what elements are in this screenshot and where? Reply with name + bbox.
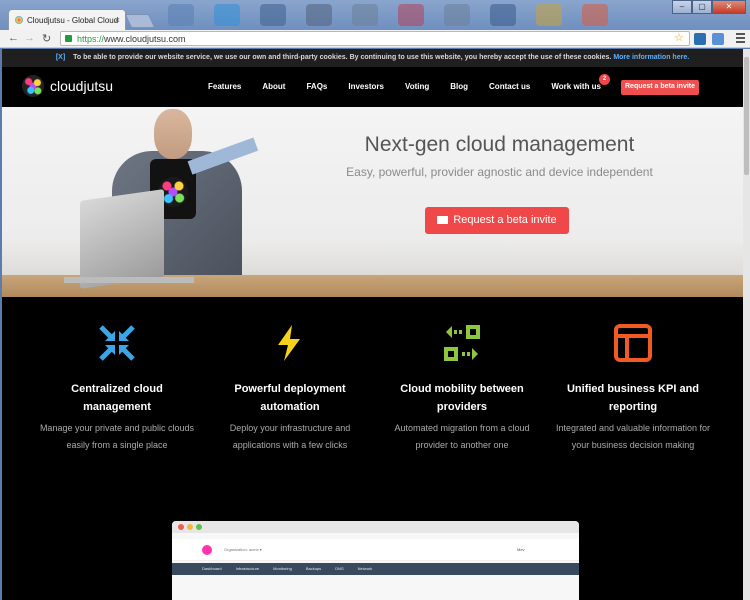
preview-nav-item: Monitoring	[273, 566, 292, 571]
work-count-badge: 2	[599, 74, 611, 85]
forward-button[interactable]: →	[24, 32, 35, 44]
feature-deployment: Powerful deployment automation Deploy yo…	[210, 297, 370, 454]
feature-description: Integrated and valuable information for …	[555, 423, 711, 450]
hero-title: Next-gen cloud management	[364, 133, 635, 156]
cloudjutsu-logo-icon	[22, 75, 44, 97]
cookie-close-button[interactable]: [X]	[56, 54, 65, 61]
feature-title: Cloud mobility between providers	[400, 383, 524, 413]
browser-window: Cloudjutsu - Global Cloud × – ▢ ✕ ← → ↻	[0, 0, 750, 600]
taskbar-app-icon	[398, 4, 424, 26]
taskbar-app-icon	[490, 4, 516, 26]
nav-investors[interactable]: Investors	[348, 82, 384, 91]
hero-beta-invite-button[interactable]: Request a beta invite	[425, 207, 569, 234]
page-scrollbar[interactable]	[743, 49, 750, 600]
favicon-icon	[15, 16, 23, 24]
browser-titlebar: Cloudjutsu - Global Cloud × – ▢ ✕	[0, 0, 750, 30]
cookie-text: To be able to provide our website servic…	[73, 54, 612, 61]
nav-work-label: Work with us	[551, 82, 602, 91]
cookie-more-link[interactable]: More information here.	[613, 54, 689, 61]
feature-title: Unified business KPI and reporting	[566, 383, 700, 413]
browser-toolbar: ← → ↻ https://www.cloudjutsu.com ☆	[0, 30, 750, 48]
taskbar-app-icon	[536, 4, 562, 26]
extension-icon[interactable]	[712, 33, 724, 45]
url-scheme: https://	[77, 34, 105, 44]
taskbar-app-icon	[260, 4, 286, 26]
chrome-icon	[582, 4, 608, 26]
taskbar-app-icon	[168, 4, 194, 26]
dashboard-layout-icon	[613, 323, 653, 363]
hero-cta-label: Request a beta invite	[453, 214, 557, 226]
taskbar-app-icon	[352, 4, 378, 26]
site-logo[interactable]: cloudjutsu	[22, 75, 113, 97]
nav-features[interactable]: Features	[208, 82, 241, 91]
preview-logo-icon	[202, 545, 212, 555]
window-close-button[interactable]: ✕	[712, 0, 746, 14]
minimize-button[interactable]: –	[672, 0, 692, 14]
mobility-arrows-icon	[442, 323, 482, 363]
scrollbar-thumb[interactable]	[744, 57, 749, 175]
preview-nav-item: Network	[357, 566, 373, 571]
feature-mobility: Cloud mobility between providers Automat…	[382, 297, 542, 454]
lightning-bolt-icon	[270, 323, 310, 363]
extension-icon[interactable]	[694, 33, 706, 45]
preview-org-label: Organization: acme ▾	[224, 547, 262, 552]
reload-button[interactable]: ↻	[42, 32, 51, 45]
new-tab-button[interactable]	[124, 14, 156, 28]
cookie-banner: [X] To be able to provide our website se…	[2, 49, 743, 67]
hero-banner: Next-gen cloud management Easy, powerful…	[2, 107, 743, 297]
feature-description: Automated migration from a cloud provide…	[394, 423, 530, 450]
preview-nav-item: Backups	[305, 566, 322, 571]
feature-kpi: Unified business KPI and reporting Integ…	[553, 297, 713, 454]
lock-icon	[65, 35, 72, 42]
tab-title: Cloudjutsu - Global Cloud	[27, 16, 119, 25]
taskbar-app-icon	[306, 4, 332, 26]
browser-menu-icon[interactable]	[736, 33, 745, 45]
laptop-image	[80, 189, 164, 289]
nav-faqs[interactable]: FAQs	[306, 82, 327, 91]
header-beta-invite-button[interactable]: Request a beta invite	[621, 80, 700, 95]
back-button[interactable]: ←	[8, 32, 19, 44]
dashboard-preview-image: Organization: acme ▾ Mev Dashboard Infra…	[172, 521, 579, 600]
compress-arrows-icon	[97, 323, 137, 363]
hero-subtitle: Easy, powerful, provider agnostic and de…	[346, 165, 653, 179]
skype-icon	[214, 4, 240, 26]
web-page: [X] To be able to provide our website se…	[2, 49, 743, 600]
nav-voting[interactable]: Voting	[405, 82, 429, 91]
maximize-button[interactable]: ▢	[692, 0, 712, 14]
taskbar-app-icon	[444, 4, 470, 26]
background-taskbar-icons	[168, 4, 608, 26]
preview-user: Mev	[517, 547, 525, 552]
nav-work-with-us[interactable]: Work with us 2	[551, 74, 611, 91]
tab-close-icon[interactable]: ×	[115, 15, 120, 25]
features-section: Centralized cloud management Manage your…	[2, 297, 743, 477]
feature-centralized: Centralized cloud management Manage your…	[37, 297, 197, 454]
feature-title: Centralized cloud management	[71, 383, 163, 413]
feature-description: Manage your private and public clouds ea…	[39, 423, 195, 450]
envelope-icon	[437, 216, 449, 224]
address-bar[interactable]: https://www.cloudjutsu.com	[60, 31, 690, 46]
preview-nav-item: DNS	[335, 566, 344, 571]
url-host: www.cloudjutsu.com	[104, 34, 186, 44]
site-header: cloudjutsu Features About FAQs Investors…	[2, 67, 743, 107]
feature-description: Deploy your infrastructure and applicati…	[229, 423, 351, 450]
preview-nav-item: Dashboard	[202, 566, 222, 571]
preview-nav: Dashboard Infrastructure Monitoring Back…	[172, 563, 579, 575]
main-nav: Features About FAQs Investors Voting Blo…	[208, 74, 611, 91]
nav-contact[interactable]: Contact us	[489, 82, 530, 91]
nav-about[interactable]: About	[262, 82, 285, 91]
nav-blog[interactable]: Blog	[450, 82, 468, 91]
bookmark-star-icon[interactable]: ☆	[674, 31, 684, 44]
feature-title: Powerful deployment automation	[234, 383, 346, 413]
preview-nav-item: Infrastructure	[235, 566, 260, 571]
brand-name: cloudjutsu	[50, 78, 114, 94]
window-controls: – ▢ ✕	[672, 0, 746, 14]
browser-tab[interactable]: Cloudjutsu - Global Cloud ×	[8, 9, 126, 30]
